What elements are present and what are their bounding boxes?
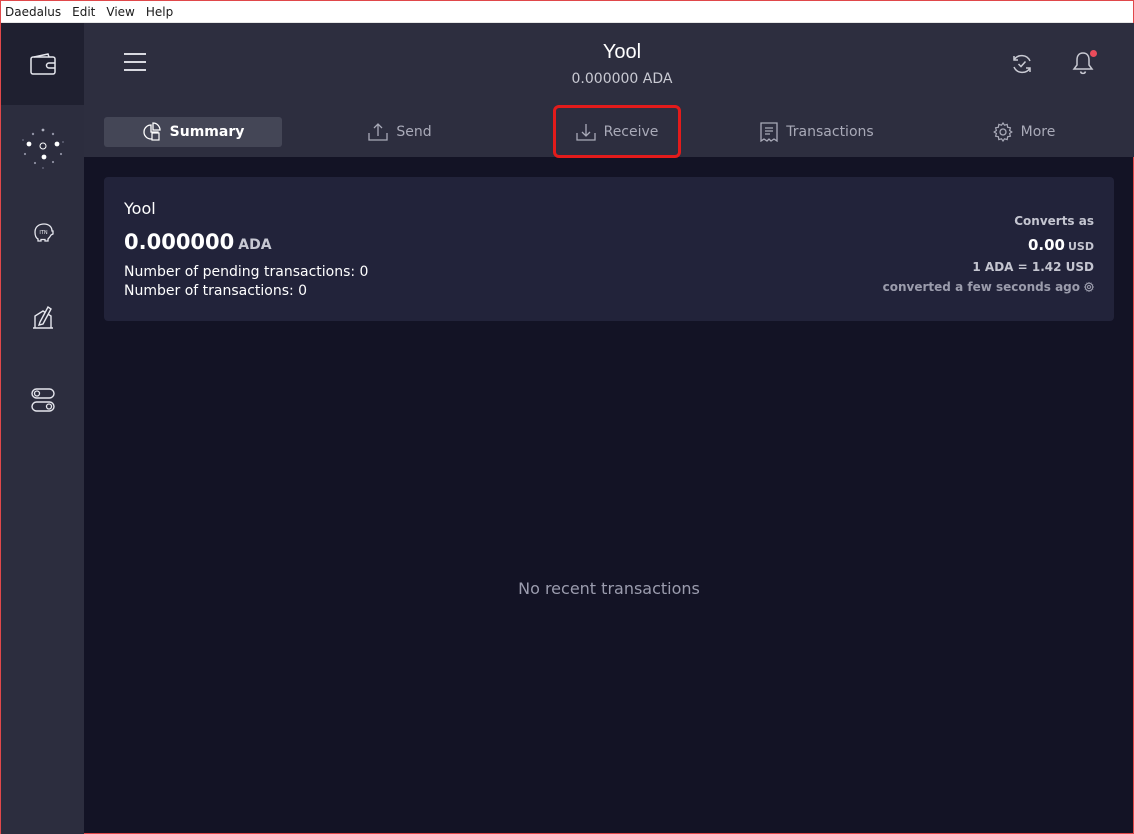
sync-status-icon[interactable]	[1010, 52, 1034, 76]
menu-edit[interactable]: Edit	[72, 1, 95, 23]
summary-amount: 0.000000 ADA	[124, 230, 272, 254]
download-icon	[575, 123, 596, 141]
sidebar-item-wallets[interactable]	[1, 23, 84, 105]
menu-help[interactable]: Help	[146, 1, 173, 23]
menu-bar: Daedalus Edit View Help	[1, 1, 1133, 23]
sidebar-item-staking[interactable]	[1, 105, 84, 187]
summary-amount-unit: ADA	[238, 237, 272, 253]
tab-summary-label: Summary	[169, 124, 245, 140]
menu-view[interactable]: View	[106, 1, 134, 23]
converted-currency: USD	[1068, 240, 1094, 253]
wallet-balance: 0.000000 ADA	[571, 71, 673, 87]
tab-more-label: More	[1020, 124, 1056, 140]
toggles-icon	[30, 388, 55, 412]
tab-transactions-label: Transactions	[786, 124, 874, 140]
sidebar: ITN	[1, 23, 84, 834]
pie-chart-icon	[142, 122, 161, 141]
wallet-summary-card: Yool 0.000000 ADA Number of pending trans…	[104, 177, 1114, 321]
summary-wallet-name: Yool	[124, 199, 156, 218]
menu-daedalus[interactable]: Daedalus	[5, 1, 61, 23]
exchange-rate: 1 ADA = 1.42 USD	[972, 260, 1094, 274]
sidebar-item-voting[interactable]	[1, 275, 84, 357]
conversion-time-text: converted a few seconds ago	[882, 280, 1080, 294]
tab-transactions[interactable]: Transactions	[752, 117, 882, 147]
tab-summary[interactable]: Summary	[104, 117, 282, 147]
transactions-count: Number of transactions: 0	[124, 283, 308, 299]
notification-badge	[1090, 50, 1097, 57]
wallet-tab-bar: Summary Send Receive Transactions More	[84, 105, 1134, 158]
sidebar-item-itn-rewards[interactable]: ITN	[1, 191, 84, 273]
tab-more[interactable]: More	[974, 117, 1074, 147]
converted-amount: 0.00	[1027, 236, 1065, 254]
converts-as-label: Converts as	[1014, 214, 1094, 228]
svg-text:ITN: ITN	[39, 230, 48, 236]
converted-value: 0.00 USD	[1028, 236, 1094, 254]
stake-pools-icon	[21, 128, 64, 169]
upload-icon	[368, 123, 389, 141]
gear-icon	[992, 122, 1013, 142]
pending-transactions-count: Number of pending transactions: 0	[124, 264, 369, 280]
top-bar: Yool 0.000000 ADA	[84, 23, 1134, 106]
conversion-time: converted a few seconds ago	[883, 280, 1094, 294]
tab-send[interactable]: Send	[340, 117, 460, 147]
sidebar-item-settings[interactable]	[1, 359, 84, 441]
receipt-icon	[760, 122, 778, 142]
summary-amount-value: 0.000000	[124, 230, 235, 254]
wallet-icon	[29, 53, 56, 75]
tab-receive-label: Receive	[603, 123, 659, 140]
voting-icon	[32, 305, 53, 329]
tab-receive[interactable]: Receive	[553, 105, 681, 158]
itn-piggy-icon: ITN	[33, 223, 54, 242]
tab-send-label: Send	[396, 124, 432, 140]
conversion-settings-gear-icon[interactable]	[1084, 282, 1094, 292]
wallet-title: Yool	[602, 41, 642, 63]
no-transactions-message: No recent transactions	[518, 579, 700, 598]
